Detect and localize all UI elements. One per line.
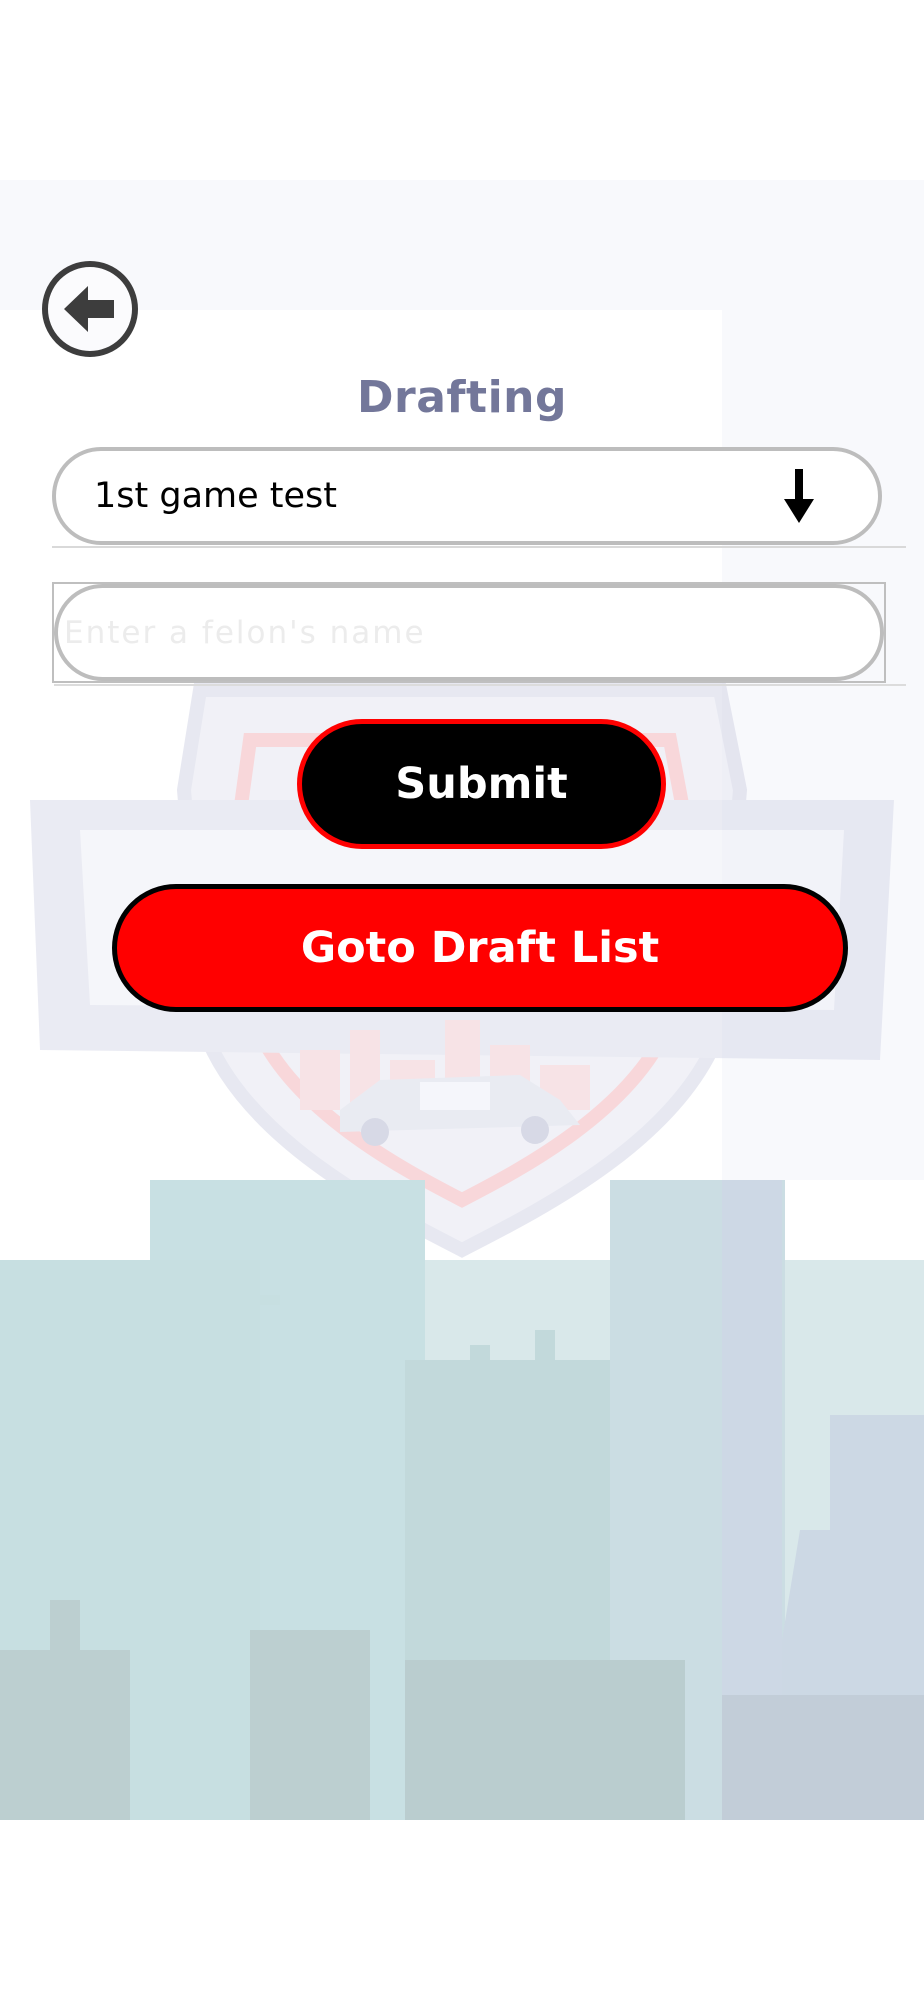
goto-draft-list-button[interactable]: Goto Draft List (112, 884, 848, 1012)
arrow-down-icon (784, 469, 814, 523)
game-select-value: 1st game test (94, 476, 337, 516)
felon-name-input[interactable] (54, 584, 884, 681)
input-underline (54, 684, 906, 686)
submit-button[interactable]: Submit (297, 719, 666, 849)
city-skyline-background (0, 1180, 924, 1820)
arrow-left-icon (64, 286, 114, 332)
select-underline (52, 546, 906, 548)
back-button[interactable] (42, 261, 138, 357)
game-select-dropdown[interactable]: 1st game test (52, 447, 882, 545)
page-title: Drafting (357, 372, 567, 423)
